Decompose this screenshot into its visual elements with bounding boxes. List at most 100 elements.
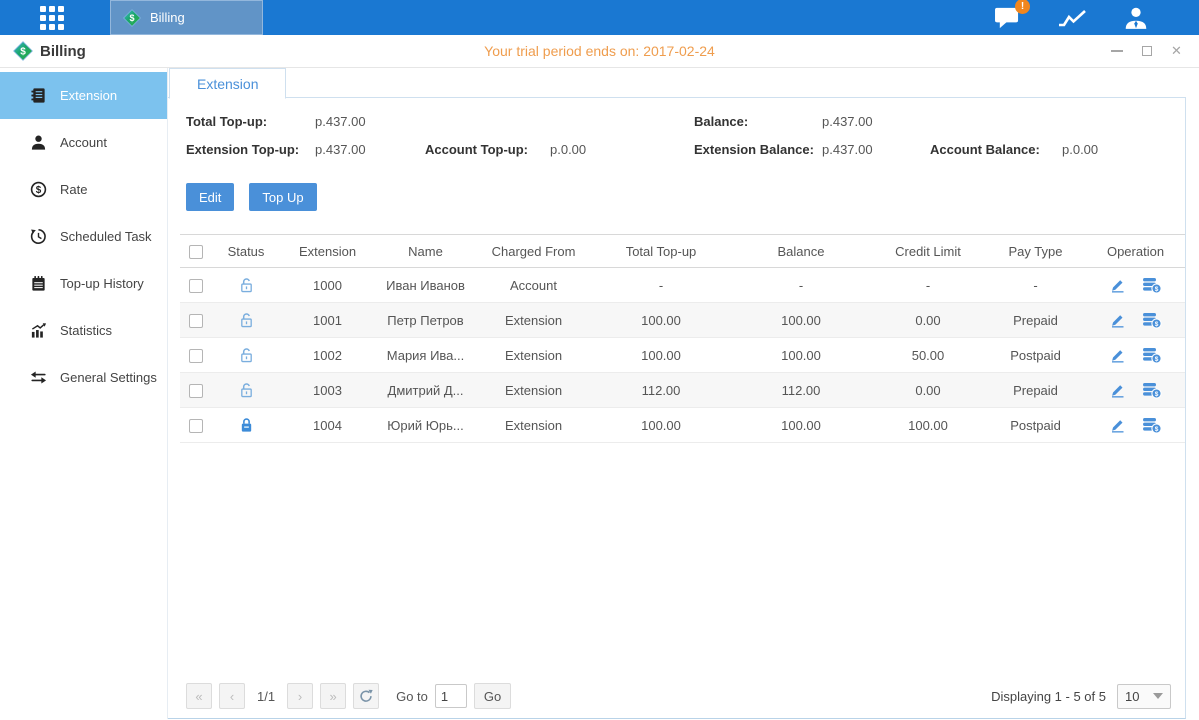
- rate-icon: $: [30, 181, 47, 198]
- top-up-coins-icon[interactable]: $: [1142, 382, 1162, 399]
- edit-pencil-icon[interactable]: [1109, 382, 1126, 399]
- cell-name: Мария Ива...: [375, 338, 476, 373]
- svg-text:$: $: [1155, 356, 1159, 363]
- cell-charged-from: Extension: [476, 338, 591, 373]
- sidebar-item-label: Scheduled Task: [60, 229, 152, 244]
- page-size-value: 10: [1125, 689, 1139, 704]
- lock-open-icon[interactable]: [239, 312, 254, 328]
- sidebar-item-general-settings[interactable]: General Settings: [0, 354, 167, 401]
- sidebar-item-label: Top-up History: [60, 276, 144, 291]
- displaying-text: Displaying 1 - 5 of 5: [991, 689, 1106, 704]
- tab-extension[interactable]: Extension: [169, 68, 286, 99]
- maximize-button[interactable]: [1138, 43, 1155, 60]
- statistics-chart-icon[interactable]: [1057, 6, 1087, 30]
- col-name: Name: [375, 235, 476, 268]
- sidebar-item-extension[interactable]: Extension: [0, 72, 167, 119]
- cell-balance: 100.00: [731, 303, 871, 338]
- svg-text:$: $: [1155, 426, 1159, 433]
- page-indicator: 1/1: [257, 689, 275, 704]
- user-icon[interactable]: [1123, 5, 1149, 31]
- total-topup-label: Total Top-up:: [186, 114, 315, 129]
- edit-button[interactable]: Edit: [186, 183, 234, 211]
- sidebar-item-statistics[interactable]: Statistics: [0, 307, 167, 354]
- sidebar-item-scheduled-task[interactable]: Scheduled Task: [0, 213, 167, 260]
- close-button[interactable]: ✕: [1168, 43, 1185, 60]
- cell-charged-from: Extension: [476, 303, 591, 338]
- cell-pay-type: -: [985, 268, 1086, 303]
- first-page-button[interactable]: «: [186, 683, 212, 709]
- table-row[interactable]: 1003 Дмитрий Д... Extension 112.00 112.0…: [180, 373, 1185, 408]
- cell-name: Петр Петров: [375, 303, 476, 338]
- row-checkbox[interactable]: [189, 384, 203, 398]
- edit-pencil-icon[interactable]: [1109, 312, 1126, 329]
- go-button[interactable]: Go: [474, 683, 511, 709]
- notification-badge: !: [1015, 0, 1030, 14]
- minimize-button[interactable]: [1108, 43, 1125, 60]
- messages-icon[interactable]: !: [994, 6, 1021, 30]
- lock-open-icon[interactable]: [239, 382, 254, 398]
- table-row[interactable]: 1004 Юрий Юрь... Extension 100.00 100.00…: [180, 408, 1185, 443]
- goto-page-input[interactable]: [435, 684, 467, 708]
- col-credit-limit: Credit Limit: [871, 235, 985, 268]
- cell-charged-from: Account: [476, 268, 591, 303]
- extension-panel: Total Top-up: p.437.00 Balance: p.437.00…: [168, 98, 1186, 719]
- cell-extension: 1000: [280, 268, 375, 303]
- edit-pencil-icon[interactable]: [1109, 277, 1126, 294]
- edit-pencil-icon[interactable]: [1109, 347, 1126, 364]
- account-topup-label: Account Top-up:: [425, 142, 550, 157]
- lock-closed-icon[interactable]: [239, 417, 254, 433]
- cell-total-topup: 112.00: [591, 373, 731, 408]
- svg-text:$: $: [36, 185, 42, 196]
- tab-strip: Extension: [168, 68, 1186, 98]
- taskbar-tab-billing[interactable]: $ Billing: [110, 0, 263, 35]
- cell-credit-limit: -: [871, 268, 985, 303]
- sidebar-item-account[interactable]: Account: [0, 119, 167, 166]
- row-checkbox[interactable]: [189, 419, 203, 433]
- account-topup-value: p.0.00: [550, 142, 694, 157]
- top-up-coins-icon[interactable]: $: [1142, 312, 1162, 329]
- cell-extension: 1002: [280, 338, 375, 373]
- row-checkbox[interactable]: [189, 279, 203, 293]
- lock-open-icon[interactable]: [239, 277, 254, 293]
- chevron-down-icon: [1153, 693, 1163, 699]
- prev-page-button[interactable]: ‹: [219, 683, 245, 709]
- cell-balance: 100.00: [731, 338, 871, 373]
- cell-extension: 1001: [280, 303, 375, 338]
- cell-pay-type: Postpaid: [985, 338, 1086, 373]
- extensions-table: Status Extension Name Charged From Total…: [180, 234, 1185, 443]
- top-up-coins-icon[interactable]: $: [1142, 417, 1162, 434]
- sidebar-item-topup-history[interactable]: Top-up History: [0, 260, 167, 307]
- top-up-coins-icon[interactable]: $: [1142, 277, 1162, 294]
- top-up-coins-icon[interactable]: $: [1142, 347, 1162, 364]
- cell-extension: 1004: [280, 408, 375, 443]
- lock-open-icon[interactable]: [239, 347, 254, 363]
- table-row[interactable]: 1000 Иван Иванов Account - - - - $: [180, 268, 1185, 303]
- table-row[interactable]: 1002 Мария Ива... Extension 100.00 100.0…: [180, 338, 1185, 373]
- row-checkbox[interactable]: [189, 349, 203, 363]
- col-charged-from: Charged From: [476, 235, 591, 268]
- cell-name: Юрий Юрь...: [375, 408, 476, 443]
- general-settings-icon: [30, 369, 47, 386]
- cell-pay-type: Postpaid: [985, 408, 1086, 443]
- top-up-button[interactable]: Top Up: [249, 183, 316, 211]
- cell-total-topup: 100.00: [591, 338, 731, 373]
- billing-diamond-icon: $: [13, 41, 33, 61]
- last-page-button[interactable]: »: [320, 683, 346, 709]
- refresh-button[interactable]: [353, 683, 379, 709]
- cell-charged-from: Extension: [476, 408, 591, 443]
- col-status: Status: [212, 235, 280, 268]
- edit-pencil-icon[interactable]: [1109, 417, 1126, 434]
- table-row[interactable]: 1001 Петр Петров Extension 100.00 100.00…: [180, 303, 1185, 338]
- cell-balance: 112.00: [731, 373, 871, 408]
- trial-notice: Your trial period ends on: 2017-02-24: [0, 43, 1199, 59]
- cell-pay-type: Prepaid: [985, 303, 1086, 338]
- app-launcher-icon[interactable]: [40, 6, 64, 30]
- window-title: Billing: [40, 43, 86, 60]
- next-page-button[interactable]: ›: [287, 683, 313, 709]
- sidebar-item-rate[interactable]: $ Rate: [0, 166, 167, 213]
- select-all-checkbox[interactable]: [189, 245, 203, 259]
- cell-credit-limit: 0.00: [871, 373, 985, 408]
- page-size-select[interactable]: 10: [1117, 684, 1171, 709]
- cell-name: Дмитрий Д...: [375, 373, 476, 408]
- row-checkbox[interactable]: [189, 314, 203, 328]
